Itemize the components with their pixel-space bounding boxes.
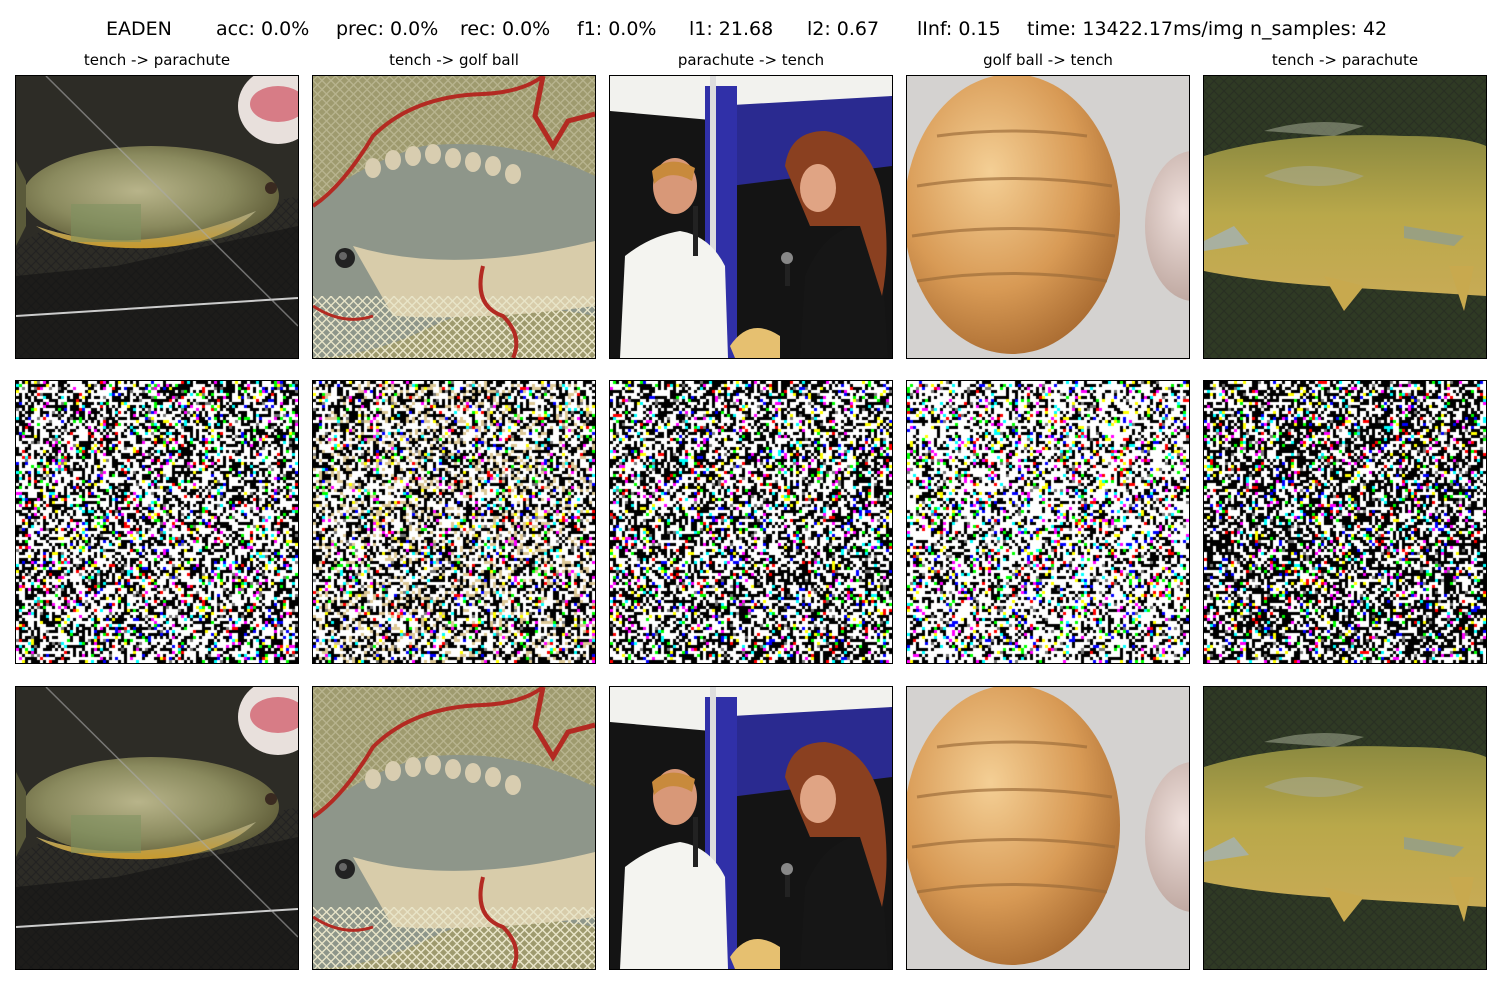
column-title-3: parachute -> tench [677, 51, 825, 69]
perturbation-image-3 [609, 380, 893, 664]
adversarial-image-3 [609, 686, 893, 970]
metric-l1: l1: 21.68 [689, 18, 774, 40]
original-image-1 [15, 75, 299, 359]
metric-time: time: 13422.17ms/img [1027, 18, 1244, 40]
perturbation-image-1 [15, 380, 299, 664]
method-name: EADEN [106, 18, 172, 40]
column-title-4: golf ball -> tench [983, 51, 1113, 69]
adversarial-image-2 [312, 686, 596, 970]
adversarial-image-4 [906, 686, 1190, 970]
metric-n-samples: n_samples: 42 [1250, 18, 1388, 40]
adversarial-image-5 [1203, 686, 1487, 970]
metric-f1: f1: 0.0% [577, 18, 657, 40]
column-title-1: tench -> parachute [83, 51, 231, 69]
original-image-2 [312, 75, 596, 359]
original-image-3 [609, 75, 893, 359]
metric-prec: prec: 0.0% [336, 18, 439, 40]
metric-rec: rec: 0.0% [460, 18, 551, 40]
perturbation-image-2 [312, 380, 596, 664]
column-title-5: tench -> parachute [1271, 51, 1419, 69]
metric-l2: l2: 0.67 [807, 18, 880, 40]
perturbation-image-5 [1203, 380, 1487, 664]
original-image-4 [906, 75, 1190, 359]
original-image-5 [1203, 75, 1487, 359]
column-title-2: tench -> golf ball [389, 51, 519, 69]
figure-suptitle: EADEN acc: 0.0% prec: 0.0% rec: 0.0% f1:… [0, 16, 1500, 42]
perturbation-image-4 [906, 380, 1190, 664]
metric-linf: lInf: 0.15 [917, 18, 1001, 40]
adversarial-image-1 [15, 686, 299, 970]
metric-acc: acc: 0.0% [216, 18, 310, 40]
